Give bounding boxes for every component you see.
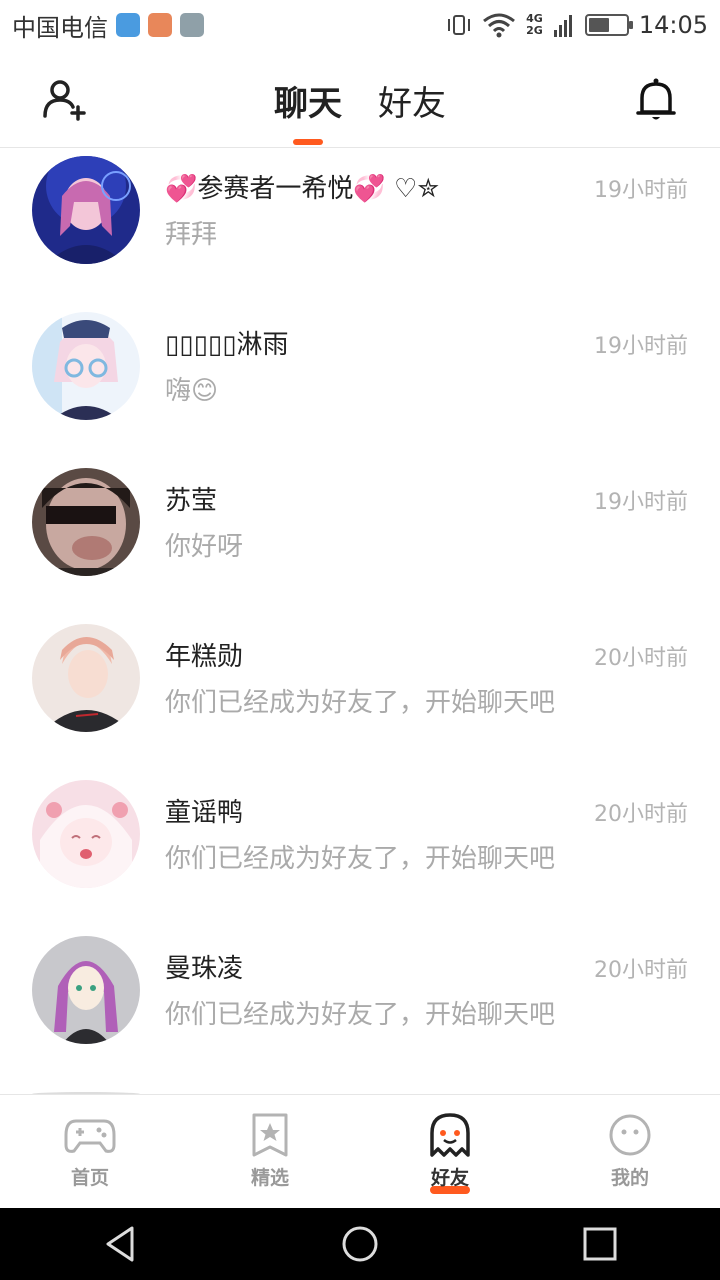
nav-friends-label: 好友: [430, 1167, 469, 1189]
status-right: 4G 2G 14:05: [446, 11, 708, 39]
last-message: 你们已经成为好友了，开始聊天吧: [165, 688, 556, 718]
battery-level: [588, 18, 609, 32]
wifi-icon: [483, 13, 516, 38]
message-time: 19小时前: [594, 334, 688, 359]
message-time: 20小时前: [594, 646, 688, 671]
message-time: 19小时前: [594, 490, 688, 515]
network-type: 4G 2G: [526, 13, 543, 37]
tab-friends[interactable]: 好友: [378, 72, 446, 145]
chat-row[interactable]: 年糕勋 20小时前 你们已经成为好友了，开始聊天吧: [0, 616, 720, 772]
avatar[interactable]: [32, 780, 140, 888]
last-message: 你们已经成为好友了，开始聊天吧: [165, 1000, 556, 1030]
last-message: 嗨😊: [165, 376, 219, 406]
star-bookmark-icon: [252, 1113, 288, 1157]
avatar[interactable]: [32, 468, 140, 576]
ghost-icon: [430, 1113, 470, 1157]
avatar[interactable]: [32, 156, 140, 264]
battery-icon: [584, 14, 633, 36]
carrier-label: 中国电信: [12, 13, 108, 42]
chat-row[interactable]: 曼珠凌 20小时前 你们已经成为好友了，开始聊天吧: [0, 928, 720, 1084]
nav-home[interactable]: 首页: [0, 1095, 180, 1208]
contact-name: 童谣鸭: [165, 798, 244, 828]
signal-icon: [553, 15, 572, 37]
last-message: 你好呀: [165, 532, 244, 562]
contact-name: ▯▯▯▯▯淋雨: [165, 330, 289, 360]
avatar[interactable]: [32, 624, 140, 732]
chat-list: 💞参赛者一希悦💞 ♡✮ 19小时前 拜拜 ▯▯▯▯▯淋雨 19小时前 嗨😊 苏莹…: [0, 148, 720, 1094]
last-message: 你们已经成为好友了，开始聊天吧: [165, 844, 556, 874]
bottom-nav: 首页 精选 好友 我的: [0, 1094, 720, 1208]
chat-row[interactable]: ▯▯▯▯▯淋雨 19小时前 嗨😊: [0, 304, 720, 460]
chat-row[interactable]: 苏莹 19小时前 你好呀: [0, 460, 720, 616]
message-time: 19小时前: [594, 178, 688, 203]
notification-mail-icon: [148, 13, 172, 37]
chat-row[interactable]: 💞参赛者一希悦💞 ♡✮ 19小时前 拜拜: [0, 148, 720, 304]
last-message: 拜拜: [165, 220, 218, 250]
tab-friends-label: 好友: [378, 84, 446, 124]
nav-featured[interactable]: 精选: [180, 1095, 360, 1208]
status-left: 中国电信: [12, 8, 204, 43]
gamepad-icon: [64, 1119, 116, 1153]
nav-me[interactable]: 我的: [540, 1095, 720, 1208]
message-time: 20小时前: [594, 958, 688, 983]
notification-app-icon: [116, 13, 140, 37]
avatar[interactable]: [32, 936, 140, 1044]
system-nav-bar: [0, 1208, 720, 1280]
contact-name: 💞参赛者一希悦💞 ♡✮: [165, 174, 440, 204]
contact-name: 苏莹: [165, 486, 218, 516]
avatar[interactable]: [32, 312, 140, 420]
contact-name: 年糕勋: [165, 642, 244, 672]
back-icon[interactable]: [100, 1224, 140, 1264]
recents-icon[interactable]: [580, 1224, 620, 1264]
tab-chat[interactable]: 聊天: [274, 72, 342, 145]
status-bar: 中国电信 4G 2G 14:05: [0, 0, 720, 50]
clock: 14:05: [638, 11, 708, 39]
face-icon: [609, 1114, 651, 1156]
network-2g-label: 2G: [526, 24, 543, 37]
top-header: 聊天 好友: [0, 50, 720, 148]
header-tabs: 聊天 好友: [0, 72, 720, 145]
vibrate-icon: [448, 15, 471, 35]
tab-chat-label: 聊天: [274, 84, 342, 124]
notification-gallery-icon: [180, 13, 204, 37]
nav-friends[interactable]: 好友: [360, 1095, 540, 1208]
chat-row[interactable]: 童谣鸭 20小时前 你们已经成为好友了，开始聊天吧: [0, 772, 720, 928]
message-time: 20小时前: [594, 802, 688, 827]
nav-home-label: 首页: [70, 1167, 109, 1189]
bell-icon[interactable]: [632, 76, 680, 124]
nav-featured-label: 精选: [250, 1167, 289, 1189]
nav-me-label: 我的: [610, 1167, 649, 1189]
home-icon[interactable]: [340, 1224, 380, 1264]
tab-active-indicator: [293, 139, 323, 145]
contact-name: 曼珠凌: [165, 954, 244, 984]
